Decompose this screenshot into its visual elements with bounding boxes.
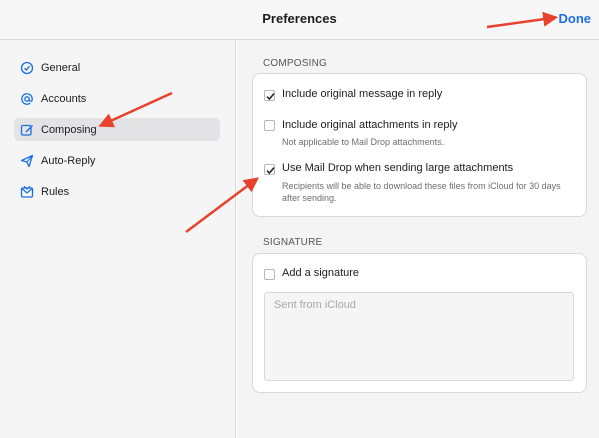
composing-card: Include original message in reply Includ… xyxy=(252,73,587,217)
checkmark-icon xyxy=(266,93,275,101)
option-label: Include original attachments in reply xyxy=(282,119,458,131)
sidebar-item-label: Auto-Reply xyxy=(41,154,96,167)
sidebar-item-general[interactable]: General xyxy=(14,56,220,79)
option-description: Not applicable to Mail Drop attachments. xyxy=(282,137,445,147)
option-description: Recipients will be able to download thes… xyxy=(282,181,561,203)
signature-heading: SIGNATURE xyxy=(263,237,323,248)
option-label: Add a signature xyxy=(282,267,360,279)
title-bar: Preferences Done xyxy=(0,0,599,40)
composing-heading: COMPOSING xyxy=(263,58,328,69)
sidebar-item-label: Composing xyxy=(41,123,97,136)
paper-plane-icon xyxy=(20,154,34,167)
signature-card: Add a signature Sent from iCloud xyxy=(252,253,587,393)
include-original-message-checkbox[interactable] xyxy=(264,90,275,101)
compose-icon xyxy=(20,124,33,136)
envelope-filter-icon xyxy=(20,185,34,198)
option-label: Include original message in reply xyxy=(282,88,443,100)
at-sign-icon xyxy=(21,92,33,105)
done-button[interactable]: Done xyxy=(559,11,592,26)
preferences-content: COMPOSING Include original message in re… xyxy=(237,40,599,438)
use-mail-drop-checkbox[interactable] xyxy=(264,164,275,175)
option-label: Use Mail Drop when sending large attachm… xyxy=(282,162,514,174)
sidebar-item-label: Rules xyxy=(41,185,70,198)
signature-text: Sent from iCloud xyxy=(274,299,356,311)
sidebar-item-composing[interactable]: Composing xyxy=(14,118,220,141)
sidebar-item-accounts[interactable]: Accounts xyxy=(14,87,220,110)
sidebar-item-auto-reply[interactable]: Auto-Reply xyxy=(14,149,220,172)
sidebar-item-label: Accounts xyxy=(41,92,87,105)
checkmark-icon xyxy=(266,167,275,175)
signature-textarea[interactable]: Sent from iCloud xyxy=(264,292,574,381)
add-signature-checkbox[interactable] xyxy=(264,269,275,280)
include-original-attachments-checkbox[interactable] xyxy=(264,120,275,131)
sidebar-item-label: General xyxy=(41,61,81,74)
page-title: Preferences xyxy=(262,11,337,26)
sidebar-item-rules[interactable]: Rules xyxy=(14,180,220,203)
sidebar: General Accounts Composing Auto-Reply Ru… xyxy=(0,40,236,438)
checkmark-circle-icon xyxy=(20,61,34,74)
